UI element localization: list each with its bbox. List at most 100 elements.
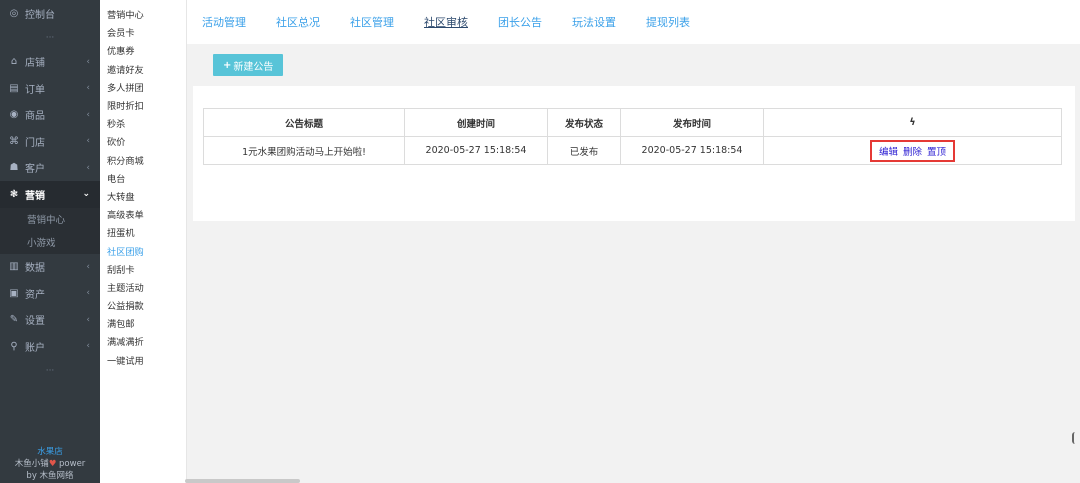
shop-name[interactable]: 水果店 xyxy=(0,446,100,458)
brand-name: 木鱼小铺 xyxy=(14,459,49,469)
sub-nav-item[interactable]: 主题活动 xyxy=(100,278,186,296)
chevron-left-icon: ‹ xyxy=(86,261,90,272)
tab-community-overview[interactable]: 社区总况 xyxy=(276,14,320,30)
sub-nav-item-community-groupbuy[interactable]: 社区团购 xyxy=(100,241,186,259)
brand-powered-line: 木鱼小铺♥ power xyxy=(0,458,100,470)
cell-actions: 编辑 删除 置顶 xyxy=(763,136,1062,165)
chevron-left-icon: ‹ xyxy=(86,83,90,94)
sub-nav-item[interactable]: 积分商城 xyxy=(100,151,186,169)
bar-chart-icon: ▥ xyxy=(9,261,19,273)
sub-nav-item[interactable]: 会员卡 xyxy=(100,23,186,41)
wrench-icon: ✎ xyxy=(9,314,19,326)
tab-leader-announcement[interactable]: 团长公告 xyxy=(498,14,542,30)
nav-item-settings[interactable]: ✎ 设置 ‹ xyxy=(0,307,100,334)
nav-label: 订单 xyxy=(25,84,45,96)
tab-withdrawal-list[interactable]: 提现列表 xyxy=(646,14,690,30)
chevron-left-icon: ‹ xyxy=(86,162,90,173)
nav-item-account[interactable]: ⚲ 账户 ‹ xyxy=(0,333,100,360)
nav-sub-mini-games[interactable]: 小游戏 xyxy=(0,230,100,254)
tab-bar: 活动管理 社区总况 社区管理 社区审核 团长公告 玩法设置 提现列表 xyxy=(187,0,1080,44)
main-content: 活动管理 社区总况 社区管理 社区审核 团长公告 玩法设置 提现列表 + 新建公… xyxy=(187,0,1080,483)
pin-top-link[interactable]: 置顶 xyxy=(927,147,946,158)
orders-icon: ▤ xyxy=(9,82,19,94)
tab-community-management[interactable]: 社区管理 xyxy=(350,14,394,30)
toolbar: + 新建公告 xyxy=(187,44,1080,86)
cell-created: 2020-05-27 15:18:54 xyxy=(404,136,548,165)
edit-link[interactable]: 编辑 xyxy=(879,147,898,158)
nav-label: 商品 xyxy=(25,111,45,123)
sub-nav-item[interactable]: 限时折扣 xyxy=(100,96,186,114)
cell-title: 1元水果团购活动马上开始啦! xyxy=(203,136,405,165)
sub-nav-item[interactable]: 满减满折 xyxy=(100,332,186,350)
cell-status: 已发布 xyxy=(547,136,621,165)
nav-label: 客户 xyxy=(25,164,45,176)
nav-item-stores[interactable]: ⌘ 门店 ‹ xyxy=(0,128,100,155)
heart-icon: ♥ xyxy=(48,459,57,469)
marketing-icon: ❃ xyxy=(9,188,19,200)
nav-item-orders[interactable]: ▤ 订单 ‹ xyxy=(0,75,100,102)
brand-footer: 水果店 木鱼小铺♥ power by 木鱼网络 xyxy=(0,446,100,483)
brand-by: by 木鱼网络 xyxy=(26,471,74,481)
cell-published: 2020-05-27 15:18:54 xyxy=(620,136,764,165)
nav-label: 店铺 xyxy=(25,58,45,70)
nav-separator-dots: ··· xyxy=(45,365,55,376)
column-header-title: 公告标题 xyxy=(203,108,405,137)
nav-label: 设置 xyxy=(25,316,45,328)
nav-label: 控制台 xyxy=(25,9,55,21)
actions-highlight-box: 编辑 删除 置顶 xyxy=(869,139,956,162)
nav-separator-dots: ··· xyxy=(45,32,55,43)
sub-nav-item[interactable]: 刮刮卡 xyxy=(100,260,186,278)
column-header-published: 发布时间 xyxy=(620,108,764,137)
sub-nav-item[interactable]: 满包邮 xyxy=(100,314,186,332)
nav-item-data[interactable]: ▥ 数据 ‹ xyxy=(0,254,100,281)
nav-item-shop[interactable]: ⌂ 店铺 ‹ xyxy=(0,49,100,76)
store-icon: ⌘ xyxy=(9,135,19,147)
tab-activity-management[interactable]: 活动管理 xyxy=(202,14,246,30)
chevron-left-icon: ‹ xyxy=(86,109,90,120)
dashboard-icon: ◎ xyxy=(9,7,19,19)
tab-gameplay-settings[interactable]: 玩法设置 xyxy=(572,14,616,30)
tab-community-review[interactable]: 社区审核 xyxy=(424,14,468,30)
delete-link[interactable]: 删除 xyxy=(903,147,922,158)
assets-icon: ▣ xyxy=(9,287,19,299)
sub-nav-item[interactable]: 砍价 xyxy=(100,132,186,150)
chevron-left-icon: ‹ xyxy=(86,288,90,299)
nav-item-dashboard[interactable]: ◎ 控制台 xyxy=(0,0,100,27)
nav-item-customers[interactable]: ☗ 客户 ‹ xyxy=(0,155,100,182)
table-header-row: 公告标题 创建时间 发布状态 发布时间 ϟ xyxy=(203,108,1062,137)
sub-nav: 营销中心 会员卡 优惠券 邀请好友 多人拼团 限时折扣 秒杀 砍价 积分商城 电… xyxy=(100,0,187,483)
nav-item-goods[interactable]: ◉ 商品 ‹ xyxy=(0,102,100,129)
sub-nav-item[interactable]: 多人拼团 xyxy=(100,78,186,96)
goods-icon: ◉ xyxy=(9,109,19,121)
announcement-table: 公告标题 创建时间 发布状态 发布时间 ϟ 1元水果团购活动马上开始啦! 202… xyxy=(203,108,1062,165)
sub-nav-item[interactable]: 大转盘 xyxy=(100,187,186,205)
lightning-icon: ϟ xyxy=(763,108,1062,137)
column-header-status: 发布状态 xyxy=(547,108,621,137)
sub-nav-item[interactable]: 高级表单 xyxy=(100,205,186,223)
brand-power: power xyxy=(59,459,86,469)
chevron-left-icon: ‹ xyxy=(86,136,90,147)
column-header-created: 创建时间 xyxy=(404,108,548,137)
sub-nav-item[interactable]: 优惠券 xyxy=(100,41,186,59)
sub-nav-item[interactable]: 邀请好友 xyxy=(100,60,186,78)
horizontal-scrollbar[interactable] xyxy=(185,479,300,483)
plus-icon: + xyxy=(223,59,232,71)
resize-handle[interactable] xyxy=(1072,432,1078,444)
nav-label: 门店 xyxy=(25,137,45,149)
sub-nav-item[interactable]: 一键试用 xyxy=(100,351,186,369)
nav-label: 资产 xyxy=(25,289,45,301)
sub-nav-item[interactable]: 营销中心 xyxy=(100,5,186,23)
chevron-left-icon: ‹ xyxy=(86,341,90,352)
sub-nav-item[interactable]: 电台 xyxy=(100,169,186,187)
nav-label: 数据 xyxy=(25,263,45,275)
nav-label: 账户 xyxy=(25,342,45,354)
nav-label: 营销 xyxy=(25,190,45,202)
nav-sub-marketing-center[interactable]: 营销中心 xyxy=(0,207,100,231)
sub-nav-item[interactable]: 秒杀 xyxy=(100,114,186,132)
new-announcement-button[interactable]: + 新建公告 xyxy=(213,54,284,76)
nav-item-marketing[interactable]: ❃ 营销 ⌄ xyxy=(0,181,100,208)
nav-item-assets[interactable]: ▣ 资产 ‹ xyxy=(0,280,100,307)
sub-nav-item[interactable]: 扭蛋机 xyxy=(100,223,186,241)
shop-icon: ⌂ xyxy=(10,56,18,68)
sub-nav-item[interactable]: 公益捐款 xyxy=(100,296,186,314)
